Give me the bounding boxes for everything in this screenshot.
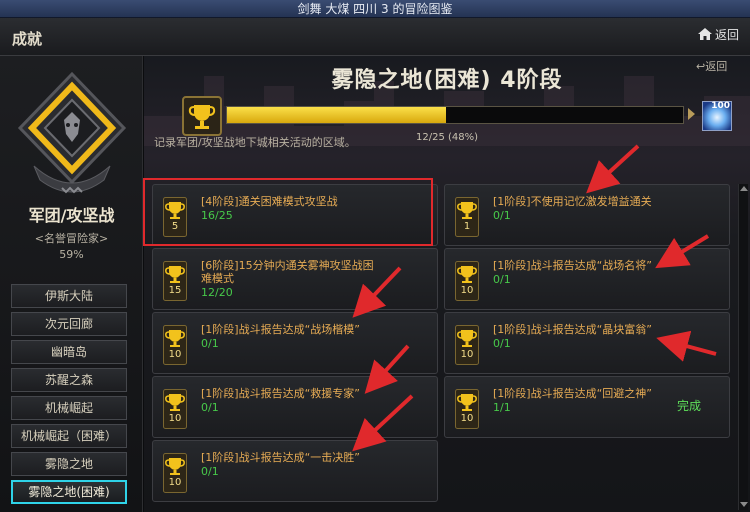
trophy-points: 10 [460, 285, 474, 296]
category-title: 军团/攻坚战 [28, 206, 115, 225]
progress-end-arrow [688, 108, 695, 120]
achievement-count: 0/1 [201, 401, 219, 414]
achievement-name: [1阶段]战斗报告达成“战场名将” [493, 259, 652, 272]
achievement-trophy: 10 [163, 453, 187, 493]
achievement-card[interactable]: 10 [1阶段]战斗报告达成“回避之神” 1/1 完成 [444, 376, 730, 438]
nav-item-awakened-forest[interactable]: 苏醒之森 [11, 368, 127, 392]
progress-bar-fill [227, 107, 446, 123]
header-title: 成就 [12, 30, 43, 48]
achievement-count: 0/1 [493, 337, 511, 350]
achievement-name: [1阶段]战斗报告达成“救援专家” [201, 387, 360, 400]
nav-item-mist-land[interactable]: 雾隐之地 [11, 452, 127, 476]
achievement-header: 成就 返回 [0, 18, 750, 56]
achievement-name: [1阶段]战斗报告达成“晶块富翁” [493, 323, 652, 336]
achievement-count: 1/1 [493, 401, 511, 414]
achievement-count: 0/1 [493, 209, 511, 222]
nav-item-machine-rise-hard[interactable]: 机械崛起（困难） [11, 424, 127, 448]
list-scrollbar[interactable] [738, 184, 748, 510]
achievement-count: 0/1 [201, 465, 219, 478]
guild-emblem-icon [17, 71, 127, 194]
trophy-points: 10 [168, 413, 182, 424]
achievement-panel: ↩返回 雾隐之地(困难) 4阶段 100 12/25 (48%) 记录军团/攻坚… [144, 56, 750, 512]
achievement-card[interactable]: 1 [1阶段]不使用记忆激发增益通关 0/1 [444, 184, 730, 246]
achievement-name: [1阶段]战斗报告达成“战场楷模” [201, 323, 360, 336]
achievement-trophy: 10 [455, 325, 479, 365]
achievement-name: [1阶段]战斗报告达成“一击决胜” [201, 451, 360, 464]
trophy-points: 15 [168, 285, 182, 296]
achievement-count: 0/1 [493, 273, 511, 286]
home-label: 返回 [715, 28, 740, 42]
achievement-card[interactable]: 10 [1阶段]战斗报告达成“晶块富翁” 0/1 [444, 312, 730, 374]
scroll-down-icon[interactable] [740, 502, 748, 507]
window-title-bar: 剑舞 大煤 四川 3 的冒险图鉴 [0, 0, 750, 18]
achievement-trophy: 1 [455, 197, 479, 237]
category-percent: 59% [59, 248, 84, 261]
achievement-list: 5 [4阶段]通关困难模式攻坚战 16/25 1 [1阶段]不使用记忆激发增益通关 0/1… [152, 184, 736, 512]
home-icon [698, 28, 712, 40]
achievement-trophy: 10 [455, 261, 479, 301]
achievement-trophy: 10 [163, 389, 187, 429]
trophy-points: 1 [463, 221, 471, 232]
achievement-name: [6阶段]15分钟内通关雾神攻坚战困难模式 [201, 259, 374, 285]
achievement-count: 16/25 [201, 209, 233, 222]
nav-item-dark-island[interactable]: 幽暗岛 [11, 340, 127, 364]
category-subtitle: <名誉冒险家> [34, 232, 109, 245]
scroll-up-icon[interactable] [740, 186, 748, 191]
achievement-name: [1阶段]不使用记忆激发增益通关 [493, 195, 652, 208]
achievement-count: 0/1 [201, 337, 219, 350]
dungeon-nav-list: 伊斯大陆 次元回廊 幽暗岛 苏醒之森 机械崛起 机械崛起（困难） 雾隐之地 雾隐… [11, 284, 127, 508]
achievement-card[interactable]: 15 [6阶段]15分钟内通关雾神攻坚战困难模式 12/20 [152, 248, 438, 310]
progress-bar [226, 106, 684, 124]
achievement-trophy: 15 [163, 261, 187, 301]
achievement-card[interactable]: 5 [4阶段]通关困难模式攻坚战 16/25 [152, 184, 438, 246]
achievement-complete-label: 完成 [677, 399, 702, 413]
achievement-card[interactable]: 10 [1阶段]战斗报告达成“战场楷模” 0/1 [152, 312, 438, 374]
window-title: 剑舞 大煤 四川 3 的冒险图鉴 [297, 2, 453, 16]
achievement-trophy: 10 [455, 389, 479, 429]
nav-item-machine-rise[interactable]: 机械崛起 [11, 396, 127, 420]
trophy-points: 10 [460, 413, 474, 424]
category-sidebar: 军团/攻坚战 <名誉冒险家> 59% 伊斯大陆 次元回廊 幽暗岛 苏醒之森 机械… [0, 56, 143, 512]
trophy-points: 5 [171, 221, 179, 232]
achievement-name: [1阶段]战斗报告达成“回避之神” [493, 387, 652, 400]
home-button[interactable]: 返回 [698, 26, 739, 43]
zone-description: 记录军团/攻坚战地下城相关活动的区域。 [154, 136, 356, 149]
trophy-points: 10 [168, 477, 182, 488]
achievement-trophy: 5 [163, 197, 187, 237]
nav-item-mist-land-hard[interactable]: 雾隐之地(困难) [11, 480, 127, 504]
achievement-count: 12/20 [201, 286, 233, 299]
trophy-icon [182, 96, 222, 136]
reward-item-icon[interactable]: 100 [702, 101, 732, 131]
achievement-card[interactable]: 10 [1阶段]战斗报告达成“救援专家” 0/1 [152, 376, 438, 438]
achievement-name: [4阶段]通关困难模式攻坚战 [201, 195, 338, 208]
achievement-card[interactable]: 10 [1阶段]战斗报告达成“战场名将” 0/1 [444, 248, 730, 310]
achievement-trophy: 10 [163, 325, 187, 365]
nav-item-isle-continent[interactable]: 伊斯大陆 [11, 284, 127, 308]
reward-count: 100 [711, 101, 730, 111]
stage-title: 雾隐之地(困难) 4阶段 [331, 68, 563, 93]
trophy-points: 10 [460, 349, 474, 360]
achievement-card[interactable]: 10 [1阶段]战斗报告达成“一击决胜” 0/1 [152, 440, 438, 502]
trophy-points: 10 [168, 349, 182, 360]
nav-item-dimension-corridor[interactable]: 次元回廊 [11, 312, 127, 336]
